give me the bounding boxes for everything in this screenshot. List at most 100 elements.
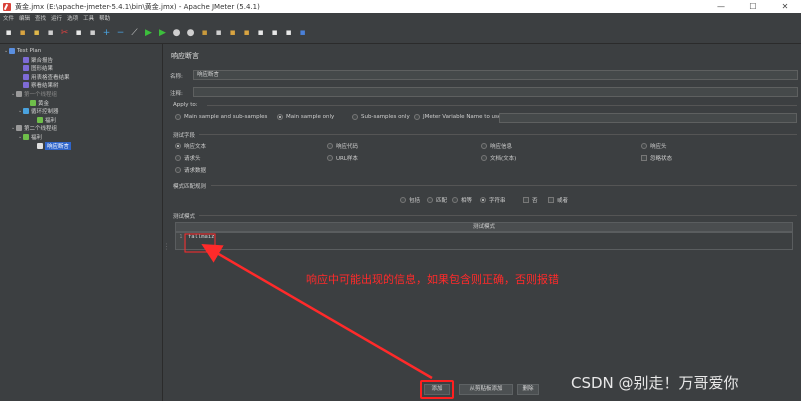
radio-option[interactable]: 响应信息 <box>481 142 512 150</box>
collapse-icon[interactable]: − <box>115 28 126 39</box>
radio-option[interactable]: URL样本 <box>327 154 358 162</box>
radio-icon[interactable] <box>427 197 433 203</box>
delete-button[interactable]: 删除 <box>517 384 539 395</box>
checkbox-icon[interactable] <box>523 197 529 203</box>
radio-option[interactable]: JMeter Variable Name to use <box>414 114 501 120</box>
menu-item[interactable]: 工具 <box>83 14 94 22</box>
radio-option[interactable]: 匹配 <box>427 196 447 204</box>
cut-icon[interactable]: ✂ <box>59 28 70 39</box>
jmeter-variable-field[interactable] <box>499 113 797 123</box>
test-field-divider <box>199 134 797 135</box>
checkbox-option[interactable]: 否 <box>523 196 538 204</box>
checkbox-option[interactable]: 忽略状态 <box>641 154 672 162</box>
menu-item[interactable]: 文件 <box>3 14 14 22</box>
radio-option[interactable]: 响应代码 <box>327 142 358 150</box>
search-icon[interactable]: ▪ <box>255 28 266 39</box>
tree-node[interactable]: 福利 <box>32 116 56 124</box>
radio-option[interactable]: Main sample only <box>277 114 334 120</box>
option-label: 忽略状态 <box>650 156 673 162</box>
expand-icon[interactable]: + <box>101 28 112 39</box>
radio-icon[interactable] <box>481 143 487 149</box>
tree-node[interactable]: 图形结果 <box>18 64 53 72</box>
tree-node[interactable]: ⌄ 第二个线程组 <box>11 124 57 132</box>
menu-item[interactable]: 编辑 <box>19 14 30 22</box>
name-label: 名称: <box>170 74 183 80</box>
menu-item[interactable]: 运行 <box>51 14 62 22</box>
function-helper-icon[interactable]: ▪ <box>283 28 294 39</box>
add-from-clipboard-button[interactable]: 从剪贴板添加 <box>459 384 513 395</box>
radio-icon[interactable] <box>352 114 358 120</box>
checkbox-icon[interactable] <box>548 197 554 203</box>
radio-icon[interactable] <box>175 143 181 149</box>
help-icon[interactable]: ▪ <box>297 28 308 39</box>
radio-icon[interactable] <box>452 197 458 203</box>
tree-node-label: 响应断言 <box>45 141 72 150</box>
radio-icon[interactable] <box>175 114 181 120</box>
tree-node-icon <box>37 116 43 123</box>
remote-stop-icon[interactable]: ▪ <box>213 28 224 39</box>
new-icon[interactable]: ▪ <box>3 28 14 39</box>
name-field[interactable]: 响应断言 <box>193 70 798 80</box>
radio-option[interactable]: Sub-samples only <box>352 114 410 120</box>
radio-option[interactable]: 文档(文本) <box>481 154 516 162</box>
radio-icon[interactable] <box>480 197 486 203</box>
radio-option[interactable]: 相等 <box>452 196 472 204</box>
tree-node[interactable]: 用表格查看结果 <box>18 73 70 81</box>
menu-item[interactable]: 选项 <box>67 14 78 22</box>
open-icon[interactable]: ▪ <box>31 28 42 39</box>
radio-option[interactable]: 包括 <box>400 196 420 204</box>
minimize-button[interactable]: — <box>705 0 737 13</box>
radio-option[interactable]: 字符串 <box>480 196 506 204</box>
menu-item[interactable]: 帮助 <box>99 14 110 22</box>
test-plan-tree[interactable]: ⌄ Test Plan 聚合报告 图形结果 用表格查看结果 察看结果树 ⌄ 第一个线程组 黄金 ⌄… <box>0 44 163 401</box>
tree-node[interactable]: 察看结果树 <box>18 81 59 89</box>
radio-icon[interactable] <box>277 114 283 120</box>
checkbox-option[interactable]: 或者 <box>548 196 568 204</box>
option-label: 字符串 <box>489 198 506 204</box>
close-button[interactable]: ✕ <box>769 0 801 13</box>
radio-icon[interactable] <box>175 155 181 161</box>
tree-node[interactable]: 聚合报告 <box>18 56 53 64</box>
radio-icon[interactable] <box>175 167 181 173</box>
checkbox-icon[interactable] <box>641 155 647 161</box>
radio-option[interactable]: 请求数据 <box>175 166 206 174</box>
maximize-button[interactable]: ☐ <box>737 0 769 13</box>
save-icon[interactable]: ▪ <box>45 28 56 39</box>
radio-option[interactable]: 响应文本 <box>175 142 206 150</box>
pattern-row-value[interactable]: fallmaiz <box>188 234 215 240</box>
tree-node[interactable]: ⌄ 第一个线程组 <box>11 90 57 98</box>
radio-option[interactable]: 请求头 <box>175 154 201 162</box>
menu-item[interactable]: 查找 <box>35 14 46 22</box>
radio-option[interactable]: Main sample and sub-samples <box>175 114 267 120</box>
comment-field[interactable] <box>193 87 798 97</box>
toggle-icon[interactable]: ⟋ <box>129 28 140 39</box>
radio-icon[interactable] <box>641 143 647 149</box>
tree-node[interactable]: 黄金 <box>25 99 49 107</box>
remote-start-icon[interactable]: ▪ <box>199 28 210 39</box>
radio-option[interactable]: 响应头 <box>641 142 667 150</box>
radio-icon[interactable] <box>400 197 406 203</box>
shutdown-icon[interactable]: ● <box>185 28 196 39</box>
tree-node[interactable]: ⌄ Test Plan <box>4 47 41 55</box>
clear-all-icon[interactable]: ▪ <box>241 28 252 39</box>
radio-icon[interactable] <box>327 155 333 161</box>
tree-node[interactable]: 响应断言 <box>32 141 72 150</box>
start-icon[interactable]: ▶ <box>143 28 154 39</box>
radio-icon[interactable] <box>481 155 487 161</box>
annotation-text: 响应中可能出现的信息，如果包含则正确，否则报错 <box>306 273 559 286</box>
tree-node[interactable]: ⌄ 循环控制器 <box>18 107 59 115</box>
templates-icon[interactable]: ▪ <box>17 28 28 39</box>
tree-node[interactable]: ⌄ 福利 <box>18 133 42 141</box>
option-label: 否 <box>532 198 538 204</box>
copy-icon[interactable]: ▪ <box>73 28 84 39</box>
radio-icon[interactable] <box>327 143 333 149</box>
tree-node-icon <box>23 82 29 89</box>
stop-icon[interactable]: ● <box>171 28 182 39</box>
radio-icon[interactable] <box>414 114 420 120</box>
reset-search-icon[interactable]: ▪ <box>269 28 280 39</box>
clear-icon[interactable]: ▪ <box>227 28 238 39</box>
paste-icon[interactable]: ▪ <box>87 28 98 39</box>
start-no-pause-icon[interactable]: ▶ <box>157 28 168 39</box>
tree-node-label: 第二个线程组 <box>24 126 58 133</box>
patterns-table[interactable]: 1 fallmaiz <box>175 232 793 250</box>
